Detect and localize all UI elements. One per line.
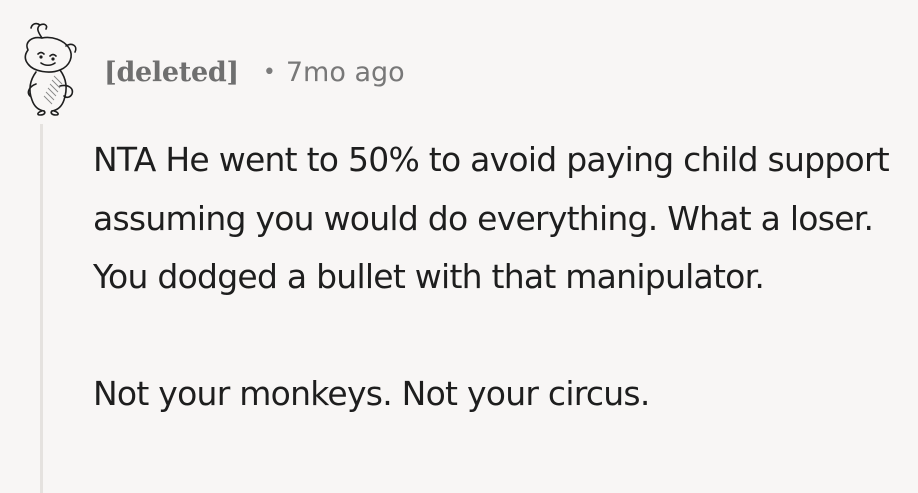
snoo-avatar-icon: [24, 22, 77, 116]
avatar[interactable]: [14, 16, 84, 116]
meta-separator: •: [262, 59, 276, 85]
thread-collapse-line[interactable]: [40, 124, 43, 493]
comment: [deleted] • 7mo ago NTA He went to 50% t…: [0, 0, 918, 493]
comment-paragraph: NTA He went to 50% to avoid paying child…: [93, 140, 890, 297]
comment-meta: [deleted] • 7mo ago: [104, 52, 405, 92]
comment-body: NTA He went to 50% to avoid paying child…: [93, 131, 908, 424]
comment-timestamp[interactable]: 7mo ago: [286, 57, 405, 88]
comment-paragraph: Not your monkeys. Not your circus.: [93, 374, 650, 414]
author-name[interactable]: [deleted]: [104, 57, 239, 88]
